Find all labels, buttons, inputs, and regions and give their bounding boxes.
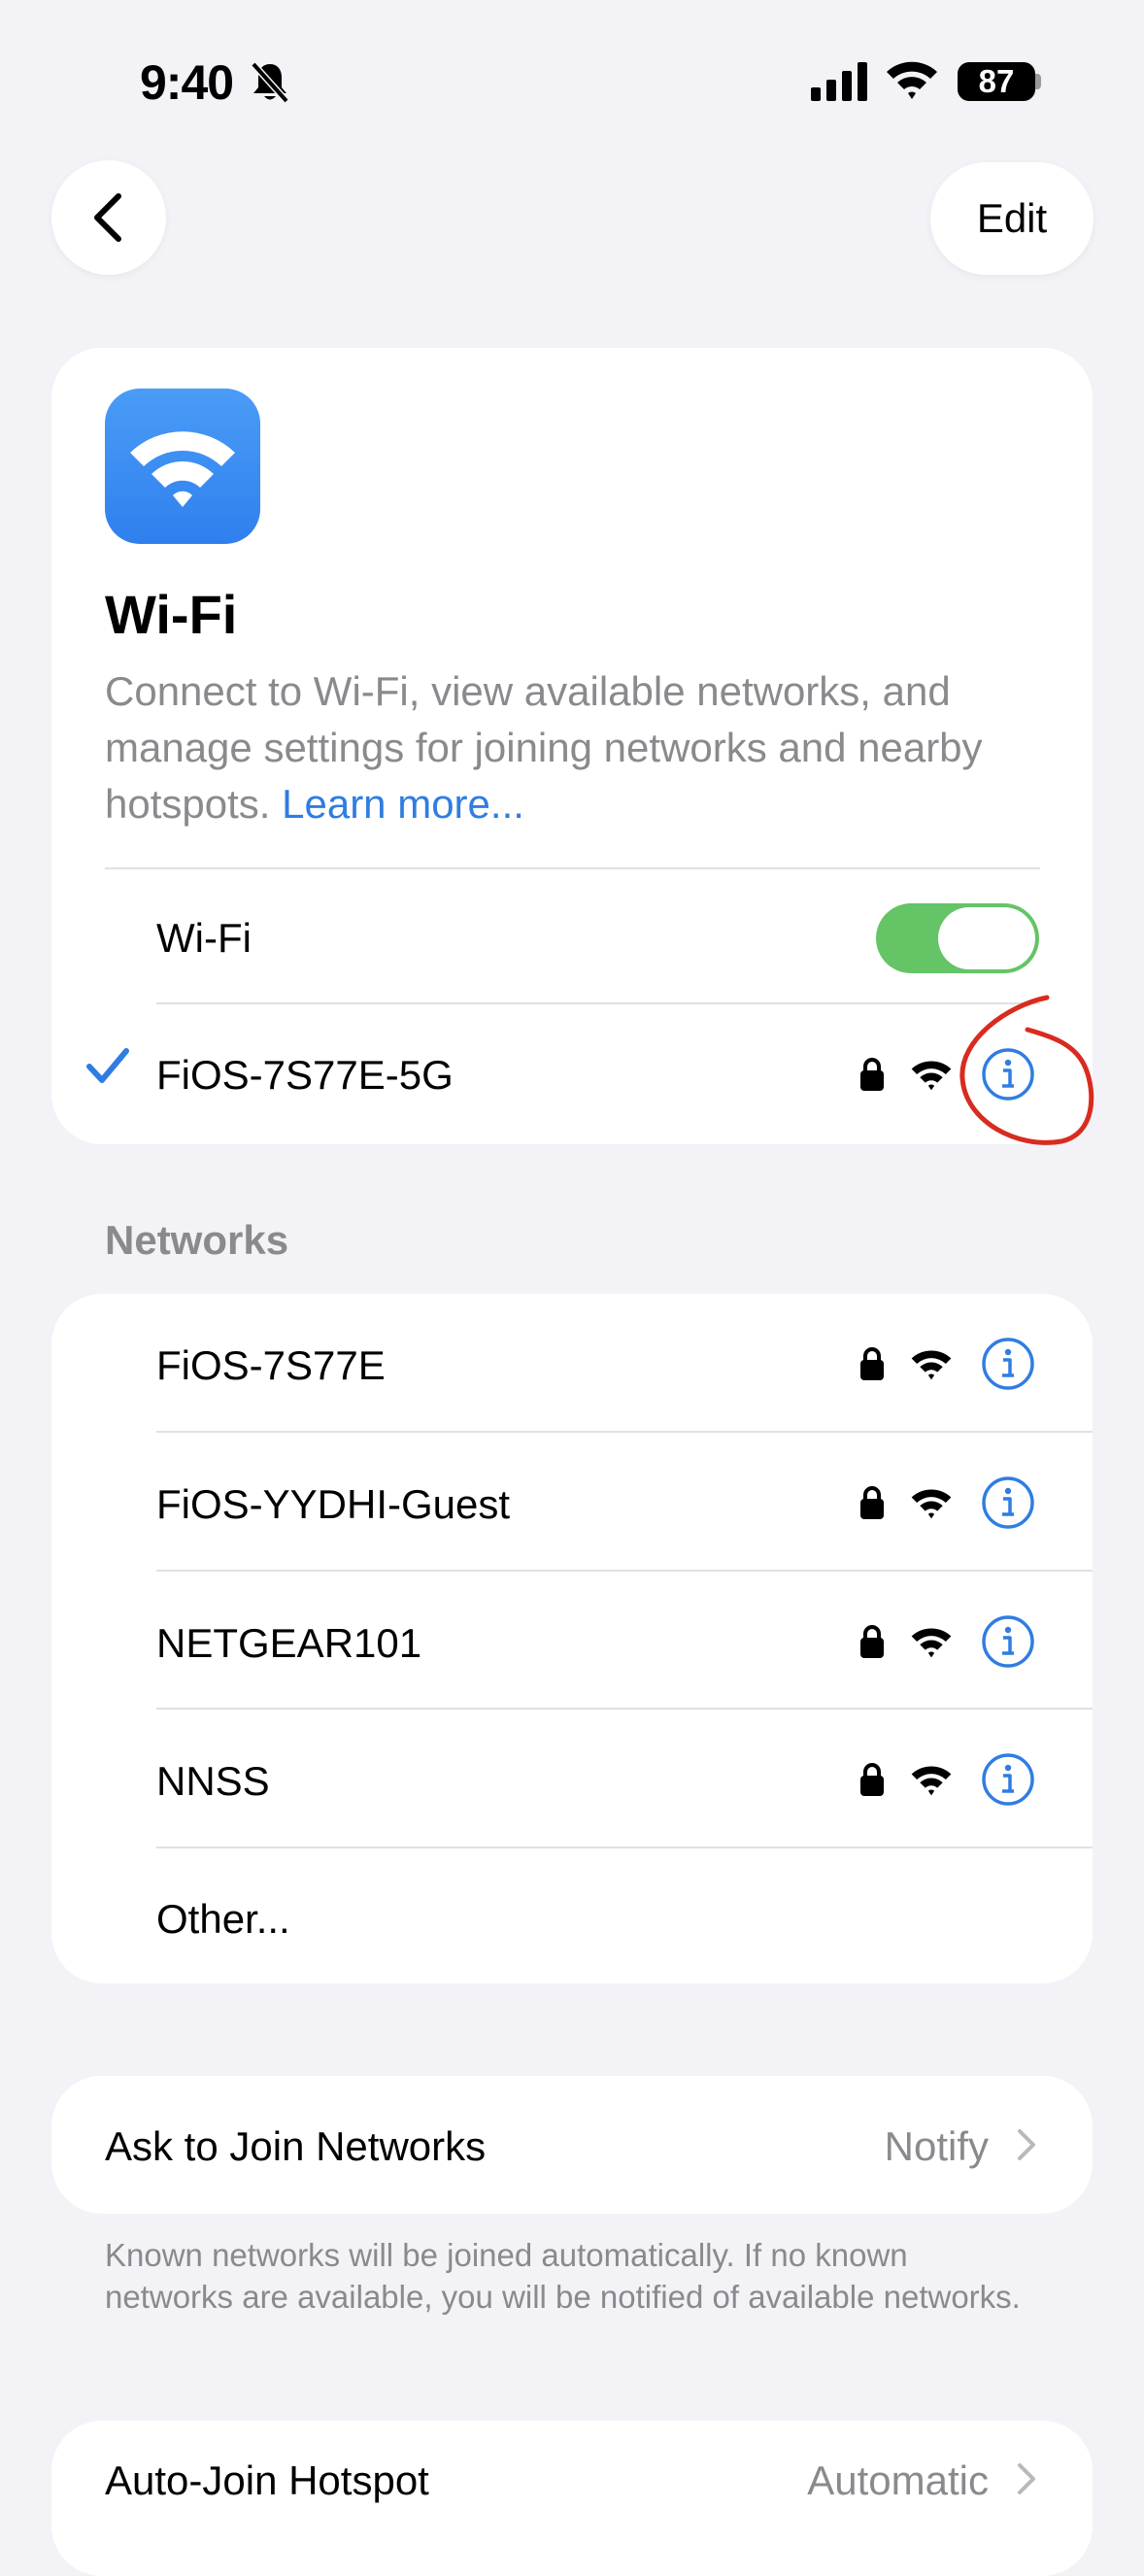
ask-to-join-label: Ask to Join Networks xyxy=(105,2123,487,2169)
lock-icon xyxy=(860,1486,884,1519)
status-time: 9:40 xyxy=(140,55,234,110)
page-description: Connect to Wi-Fi, view available network… xyxy=(105,663,1057,832)
divider xyxy=(156,1570,1093,1572)
divider xyxy=(156,1708,1093,1710)
info-icon[interactable] xyxy=(981,1475,1035,1530)
other-network-item[interactable]: Other... xyxy=(156,1896,290,1943)
divider xyxy=(156,1431,1093,1433)
description-text: Connect to Wi-Fi, view available network… xyxy=(105,668,983,827)
bell-slash-icon xyxy=(251,61,289,104)
auto-join-value: Automatic xyxy=(807,2457,989,2503)
wifi-toggle[interactable] xyxy=(876,903,1039,973)
lock-icon xyxy=(860,1058,884,1091)
battery-tip xyxy=(1035,74,1041,89)
annotation-circle xyxy=(959,995,1094,1145)
checkmark-icon xyxy=(86,1048,129,1083)
networks-section-header: Networks xyxy=(105,1217,289,1263)
divider xyxy=(156,1847,1093,1848)
lock-icon xyxy=(860,1625,884,1658)
wifi-icon xyxy=(911,1628,952,1658)
page-title: Wi-Fi xyxy=(105,584,238,645)
auto-join-label: Auto-Join Hotspot xyxy=(105,2457,429,2503)
divider xyxy=(156,1002,1040,1004)
learn-more-link[interactable]: Learn more... xyxy=(282,781,524,827)
lock-icon xyxy=(860,1347,884,1380)
wifi-icon xyxy=(911,1061,952,1091)
wifi-app-icon xyxy=(105,389,260,544)
info-icon[interactable] xyxy=(981,1614,1035,1669)
back-button[interactable] xyxy=(51,160,166,275)
network-name[interactable]: NNSS xyxy=(156,1758,270,1805)
chevron-right-icon xyxy=(1018,2463,1035,2494)
edit-button[interactable]: Edit xyxy=(930,162,1094,275)
wifi-icon xyxy=(130,431,235,507)
lock-icon xyxy=(860,1763,884,1796)
ask-to-join-value: Notify xyxy=(884,2123,989,2169)
connected-network-name[interactable]: FiOS-7S77E-5G xyxy=(156,1052,454,1099)
wifi-icon xyxy=(911,1489,952,1519)
wifi-toggle-label: Wi-Fi xyxy=(156,915,252,961)
wifi-icon xyxy=(911,1350,952,1380)
info-icon[interactable] xyxy=(981,1337,1035,1391)
divider xyxy=(105,867,1040,869)
info-icon[interactable] xyxy=(981,1752,1035,1807)
ask-to-join-footnote: Known networks will be joined automatica… xyxy=(105,2237,1021,2315)
wifi-icon xyxy=(911,1766,952,1796)
battery-indicator: 87 xyxy=(958,62,1035,101)
toggle-knob xyxy=(938,907,1035,969)
signal-icon xyxy=(811,62,867,101)
network-name[interactable]: NETGEAR101 xyxy=(156,1620,421,1667)
wifi-icon xyxy=(887,61,937,99)
network-name[interactable]: FiOS-7S77E xyxy=(156,1342,386,1389)
back-chevron-icon xyxy=(94,193,121,242)
chevron-right-icon xyxy=(1018,2129,1035,2160)
network-name[interactable]: FiOS-YYDHI-Guest xyxy=(156,1481,510,1528)
